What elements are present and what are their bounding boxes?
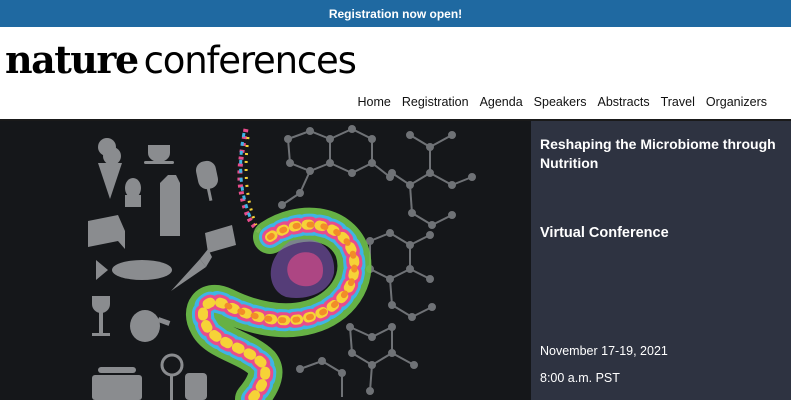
ham-icon [130,310,171,342]
main-navigation: Home Registration Agenda Speakers Abstra… [347,95,767,109]
carrot-icon [171,249,212,291]
nav-organizers[interactable]: Organizers [706,95,767,109]
stomach-illustration [186,128,372,400]
announcement-bar[interactable]: Registration now open! [0,0,791,27]
wine-glass-icon [92,296,110,336]
nav-abstracts[interactable]: Abstracts [597,95,649,109]
nature-conferences-logo[interactable]: nature conferences [5,37,357,82]
nav-registration[interactable]: Registration [402,95,469,109]
lollipop-icon [160,353,184,400]
event-info-panel: Reshaping the Microbiome through Nutriti… [531,121,791,400]
hero-banner-image [0,121,531,400]
cake-icon [88,215,125,249]
popsicle-icon [195,160,219,202]
event-dates: November 17-19, 2021 [540,344,668,358]
nav-home[interactable]: Home [358,95,391,109]
nav-agenda[interactable]: Agenda [480,95,523,109]
event-title: Reshaping the Microbiome through Nutriti… [540,136,776,171]
cheese-icon [205,225,236,253]
event-format: Virtual Conference [540,225,669,241]
event-time: 8:00 a.m. PST [540,371,620,385]
ice-cream-icon [98,138,122,199]
site-header: nature conferences Home Registration Age… [0,27,791,119]
hero-illustration [88,125,476,400]
announcement-text[interactable]: Registration now open! [329,7,462,21]
egg-icon [125,178,141,207]
pot-icon [92,367,142,400]
logo-word-nature: nature [5,37,139,82]
fish-icon [96,260,172,280]
logo-word-conferences: conferences [143,39,357,82]
nav-speakers[interactable]: Speakers [534,95,587,109]
coffee-cup-icon [144,145,174,164]
nav-travel[interactable]: Travel [661,95,695,109]
milk-carton-icon [160,175,180,236]
